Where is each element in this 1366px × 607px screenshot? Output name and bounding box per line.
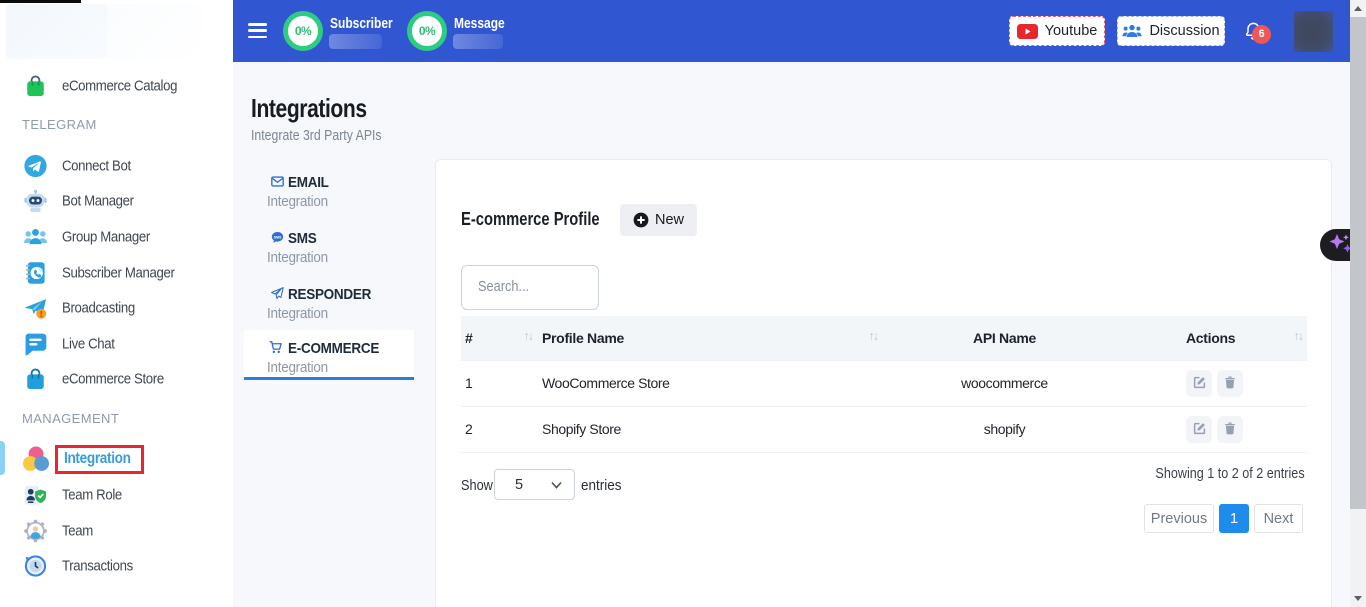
svg-text:SMS: SMS bbox=[274, 236, 282, 240]
